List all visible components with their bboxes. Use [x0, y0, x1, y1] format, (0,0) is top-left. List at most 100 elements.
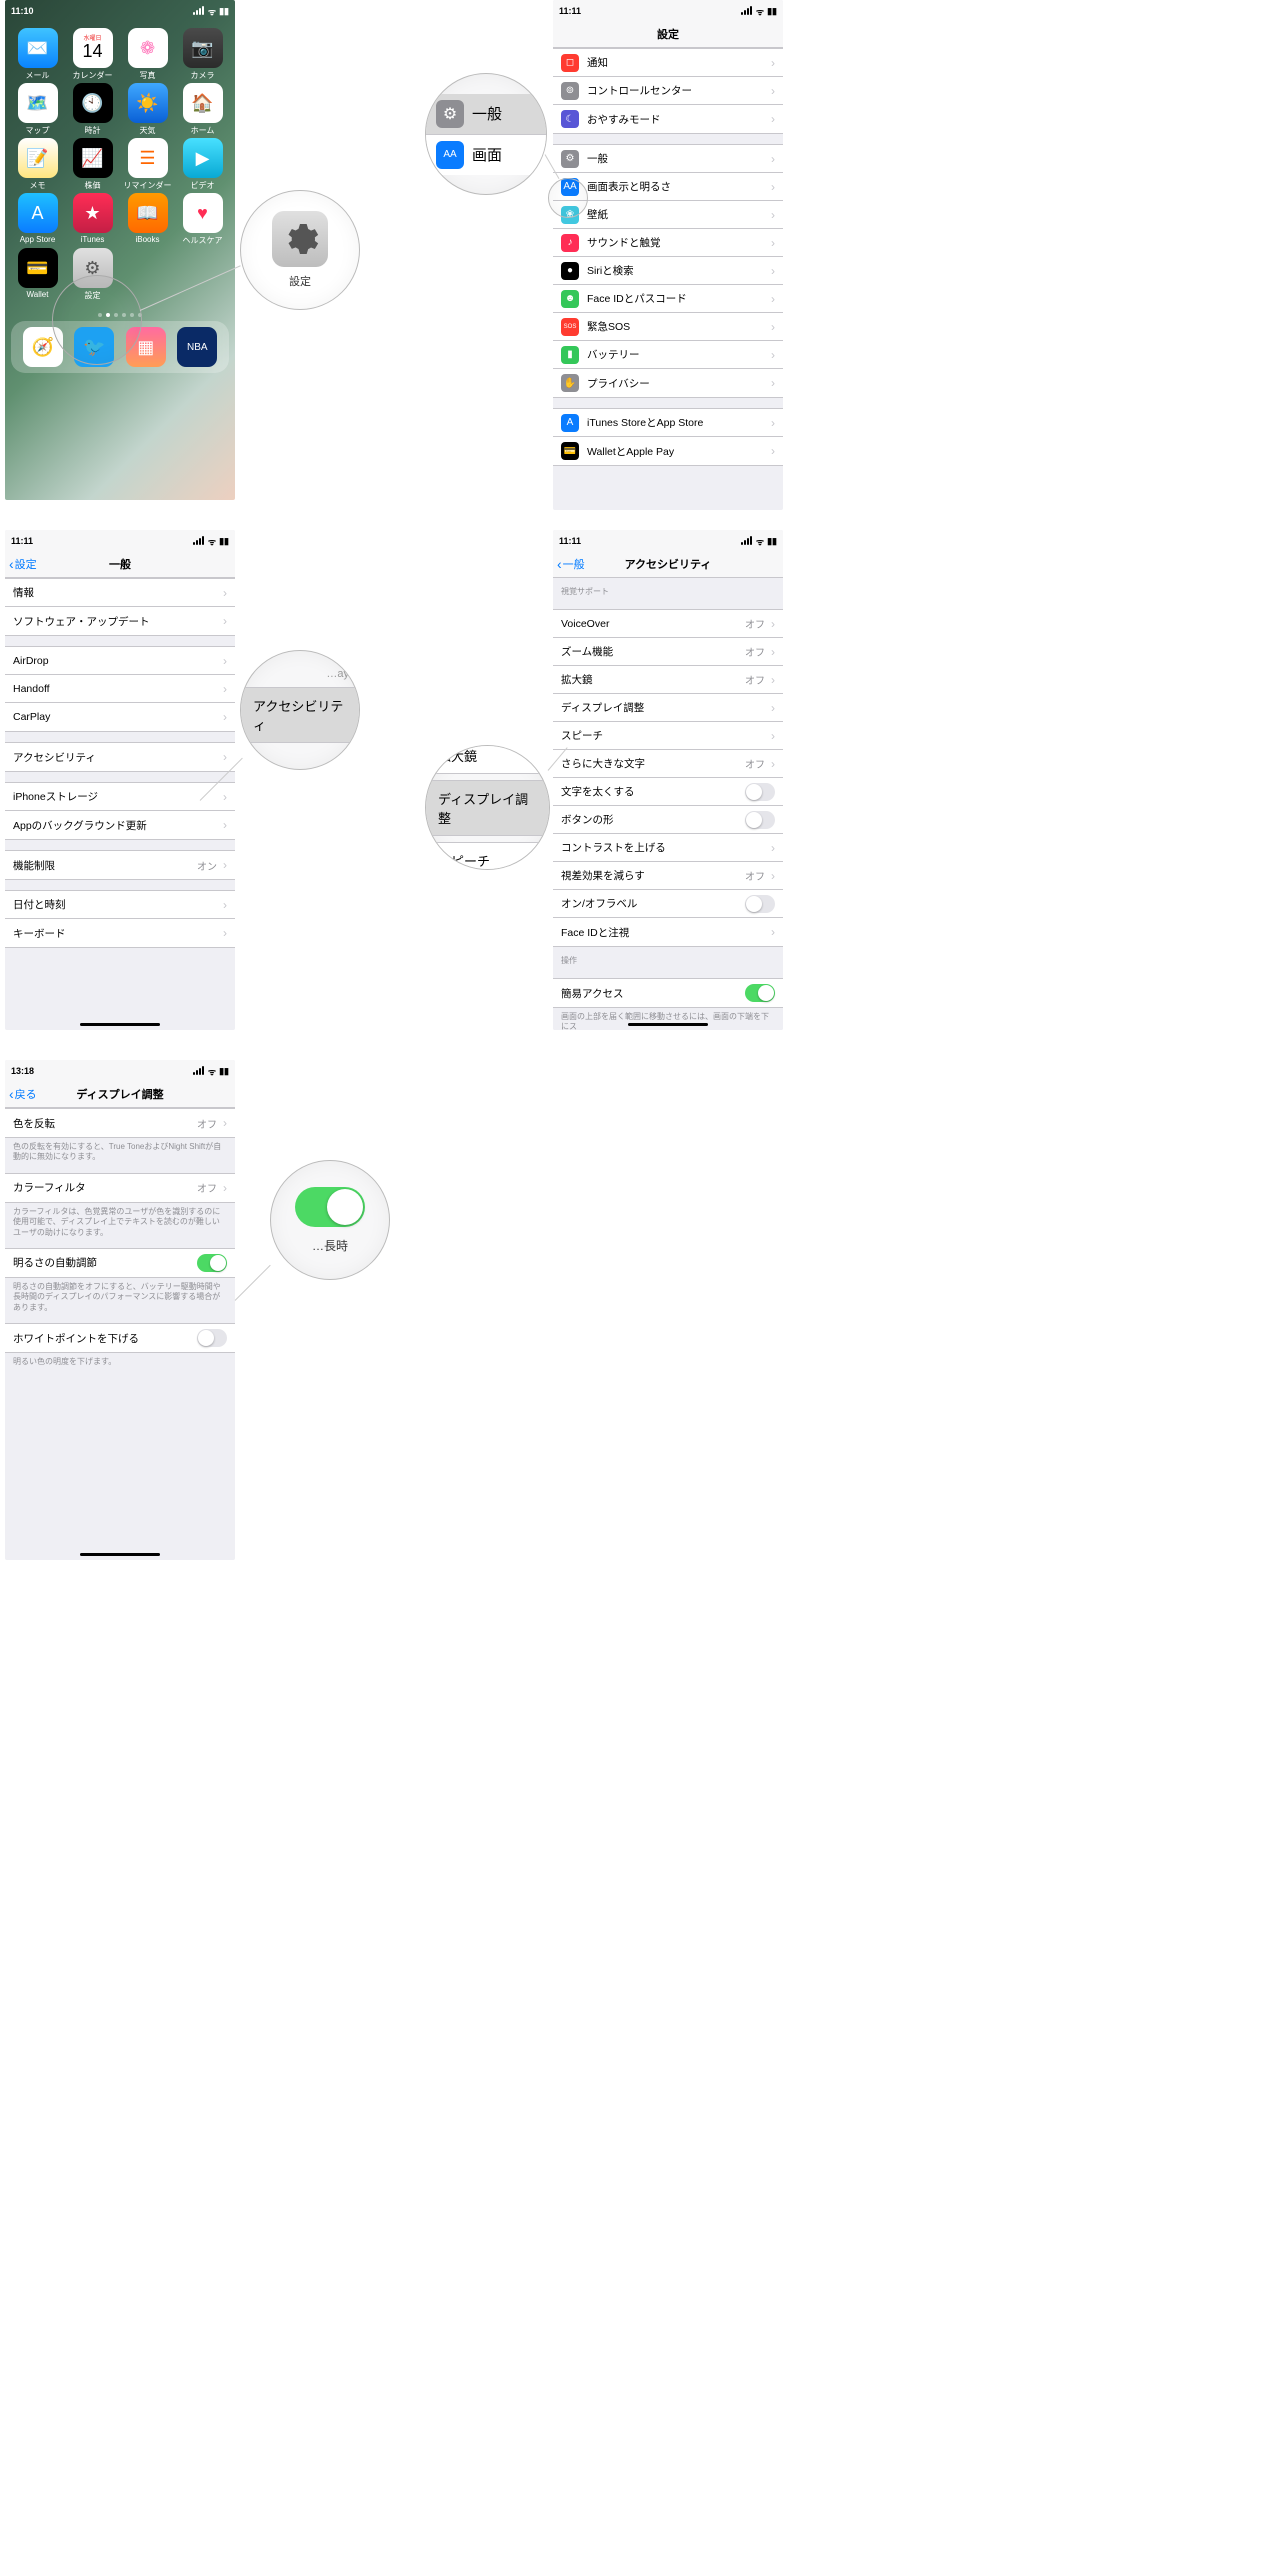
general-row[interactable]: キーボード›: [5, 919, 235, 947]
access-row[interactable]: オン/オフラベル: [553, 890, 783, 918]
phone-homescreen: 11:10 ᯤ▮▮ ✉️メール水曜日14カレンダー❁写真📷カメラ🗺️マップ🕙時計…: [5, 0, 235, 500]
toggle[interactable]: [745, 783, 775, 801]
dock-app[interactable]: NBA: [177, 327, 217, 367]
app-label: ビデオ: [191, 180, 215, 191]
app-icon: 🗺️: [18, 83, 58, 123]
settings-row[interactable]: ❀壁紙›: [553, 201, 783, 229]
general-row[interactable]: 機能制限オン›: [5, 851, 235, 879]
app-iTunes[interactable]: ★iTunes: [66, 193, 119, 246]
settings-row[interactable]: ⚙︎一般›: [553, 145, 783, 173]
toggle-auto-brightness[interactable]: [197, 1254, 227, 1272]
chevron-right-icon: ›: [223, 1116, 227, 1130]
app-label: カレンダー: [73, 70, 113, 81]
row-icon: 💳: [561, 442, 579, 460]
settings-row[interactable]: ☾おやすみモード›: [553, 105, 783, 133]
app-Wallet[interactable]: 💳Wallet: [11, 248, 64, 301]
settings-row[interactable]: ✋プライバシー›: [553, 369, 783, 397]
app-カレンダー[interactable]: 水曜日14カレンダー: [66, 28, 119, 81]
app-label: メモ: [30, 180, 46, 191]
settings-row[interactable]: AiTunes StoreとApp Store›: [553, 409, 783, 437]
row-icon: ♪: [561, 234, 579, 252]
app-メモ[interactable]: 📝メモ: [11, 138, 64, 191]
access-row[interactable]: さらに大きな文字オフ›: [553, 750, 783, 778]
chevron-right-icon: ›: [771, 376, 775, 390]
callout-general-label: 一般: [472, 103, 502, 124]
app-メール[interactable]: ✉️メール: [11, 28, 64, 81]
row-easy-access[interactable]: 簡易アクセス: [553, 979, 783, 1007]
app-icon: 📖: [128, 193, 168, 233]
access-row[interactable]: ボタンの形: [553, 806, 783, 834]
app-時計[interactable]: 🕙時計: [66, 83, 119, 136]
toggle-reduce-whitepoint[interactable]: [197, 1329, 227, 1347]
access-row[interactable]: 拡大鏡オフ›: [553, 666, 783, 694]
app-ホーム[interactable]: 🏠ホーム: [176, 83, 229, 136]
app-App Store[interactable]: AApp Store: [11, 193, 64, 246]
row-icon: ☾: [561, 110, 579, 128]
general-row[interactable]: Handoff›: [5, 675, 235, 703]
row-icon: ▮: [561, 346, 579, 364]
settings-row[interactable]: ●Siriと検索›: [553, 257, 783, 285]
home-indicator[interactable]: [628, 1023, 708, 1026]
access-row[interactable]: スピーチ›: [553, 722, 783, 750]
status-time: 11:10: [11, 6, 34, 16]
app-マップ[interactable]: 🗺️マップ: [11, 83, 64, 136]
app-icon: A: [18, 193, 58, 233]
settings-row[interactable]: ◻︎通知›: [553, 49, 783, 77]
back-button[interactable]: ‹一般: [557, 556, 585, 572]
general-row[interactable]: Appのバックグラウンド更新›: [5, 811, 235, 839]
status-time: 11:11: [11, 536, 33, 546]
toggle-easy-access[interactable]: [745, 984, 775, 1002]
chevron-right-icon: ›: [223, 710, 227, 724]
chevron-right-icon: ›: [771, 348, 775, 362]
back-button[interactable]: ‹戻る: [9, 1086, 37, 1102]
row-icon: ◻︎: [561, 54, 579, 72]
row-reduce-whitepoint[interactable]: ホワイトポイントを下げる: [5, 1324, 235, 1352]
access-row[interactable]: 文字を太くする: [553, 778, 783, 806]
settings-row[interactable]: ⊚コントロールセンター›: [553, 77, 783, 105]
app-iBooks[interactable]: 📖iBooks: [121, 193, 174, 246]
home-app-grid: ✉️メール水曜日14カレンダー❁写真📷カメラ 🗺️マップ🕙時計☀️天気🏠ホーム 📝メ…: [5, 20, 235, 309]
toggle[interactable]: [745, 811, 775, 829]
general-row[interactable]: iPhoneストレージ›: [5, 783, 235, 811]
settings-row[interactable]: SOS緊急SOS›: [553, 313, 783, 341]
general-row[interactable]: CarPlay›: [5, 703, 235, 731]
app-ビデオ[interactable]: ▶︎ビデオ: [176, 138, 229, 191]
app-カメラ[interactable]: 📷カメラ: [176, 28, 229, 81]
general-row[interactable]: 情報›: [5, 579, 235, 607]
app-天気[interactable]: ☀️天気: [121, 83, 174, 136]
general-row[interactable]: AirDrop›: [5, 647, 235, 675]
row-invert-colors[interactable]: 色を反転オフ›: [5, 1109, 235, 1137]
app-icon: 📈: [73, 138, 113, 178]
chevron-right-icon: ›: [771, 757, 775, 771]
app-株価[interactable]: 📈株価: [66, 138, 119, 191]
home-indicator[interactable]: [80, 1553, 160, 1556]
access-row[interactable]: 視差効果を減らすオフ›: [553, 862, 783, 890]
general-row[interactable]: アクセシビリティ›: [5, 743, 235, 771]
status-time: 11:11: [559, 6, 581, 16]
home-indicator[interactable]: [80, 1023, 160, 1026]
general-row[interactable]: ソフトウェア・アップデート›: [5, 607, 235, 635]
access-row[interactable]: コントラストを上げる›: [553, 834, 783, 862]
app-リマインダー[interactable]: ☰リマインダー: [121, 138, 174, 191]
nav-title: アクセシビリティ: [625, 556, 712, 572]
app-ヘルスケア[interactable]: ♥ヘルスケア: [176, 193, 229, 246]
general-row[interactable]: 日付と時刻›: [5, 891, 235, 919]
settings-row[interactable]: 💳WalletとApple Pay›: [553, 437, 783, 465]
settings-row[interactable]: ♪サウンドと触覚›: [553, 229, 783, 257]
chevron-right-icon: ›: [223, 682, 227, 696]
chevron-right-icon: ›: [771, 320, 775, 334]
access-row[interactable]: ズーム機能オフ›: [553, 638, 783, 666]
settings-row[interactable]: ▮バッテリー›: [553, 341, 783, 369]
toggle[interactable]: [745, 895, 775, 913]
settings-row[interactable]: ☻Face IDとパスコード›: [553, 285, 783, 313]
access-row[interactable]: VoiceOverオフ›: [553, 610, 783, 638]
row-auto-brightness[interactable]: 明るさの自動調節: [5, 1249, 235, 1277]
row-color-filter[interactable]: カラーフィルタオフ›: [5, 1174, 235, 1202]
access-row[interactable]: Face IDと注視›: [553, 918, 783, 946]
app-写真[interactable]: ❁写真: [121, 28, 174, 81]
access-row[interactable]: ディスプレイ調整›: [553, 694, 783, 722]
chevron-right-icon: ›: [771, 292, 775, 306]
chevron-right-icon: ›: [771, 112, 775, 126]
app-icon: ☀️: [128, 83, 168, 123]
back-button[interactable]: ‹設定: [9, 556, 37, 572]
